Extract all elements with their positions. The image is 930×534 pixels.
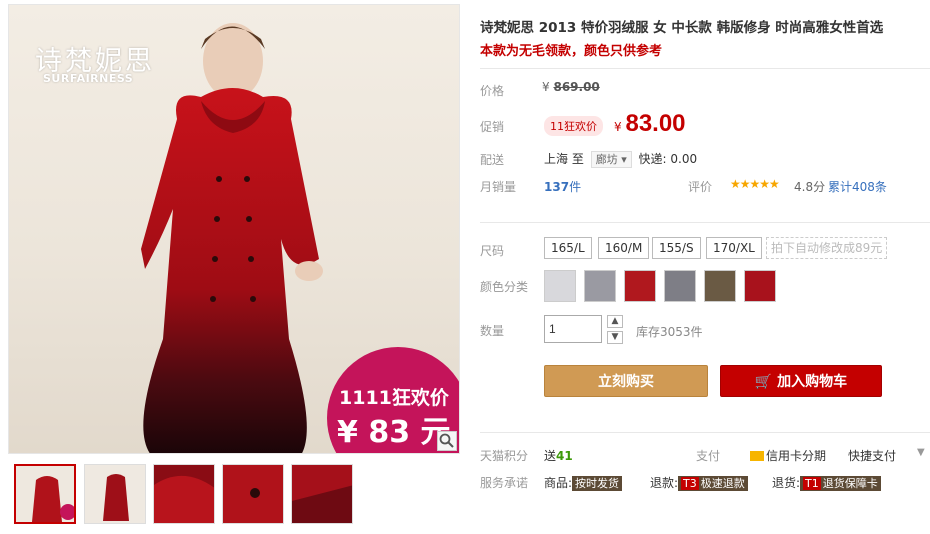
size-option[interactable]: 160/M: [598, 237, 650, 259]
brand-logo-en: SURFAIRNESS: [43, 72, 134, 85]
rating-label: 评价: [688, 180, 713, 194]
express-fee: 快递: 0.00: [638, 152, 698, 166]
promise-tag: 极速退款: [700, 477, 745, 490]
promise-prefix: 商品:: [544, 476, 573, 490]
monthly-sales: 137件: [544, 178, 581, 195]
add-to-cart-button[interactable]: 🛒 加入购物车: [720, 365, 882, 397]
promise-prefix: 退货:: [772, 476, 801, 490]
points-label: 天猫积分: [480, 449, 529, 463]
promise-item[interactable]: 退货: T1 退货保障卡: [772, 474, 881, 491]
size-note: 拍下自动修改成89元: [766, 237, 888, 259]
thumbnail-5[interactable]: [291, 464, 353, 524]
main-product-image[interactable]: 诗梵妮思 SURFAIRNESS 1111狂欢价 ¥ 83 元: [8, 4, 460, 454]
thumbnail-1[interactable]: [14, 464, 76, 524]
divider: [480, 222, 930, 223]
promo-label: 促销: [480, 120, 505, 134]
points-prefix: 送: [544, 449, 557, 463]
original-price: ¥ 869.00: [542, 80, 600, 94]
sales-count: 137: [544, 180, 570, 194]
promise-tag: 按时发货: [572, 476, 623, 491]
ship-to-word: 至: [571, 152, 584, 166]
size-option[interactable]: 165/L: [544, 237, 592, 259]
promise-item[interactable]: 商品: 按时发货: [544, 474, 623, 491]
promise-tag-wrap: T3 极速退款: [678, 476, 748, 491]
ship-city-value: 廊坊: [595, 153, 618, 166]
sales-unit: 件: [569, 180, 582, 194]
color-swatch[interactable]: [584, 270, 616, 302]
promo-price-value: 83.00: [625, 110, 686, 137]
shipping-label: 配送: [480, 153, 505, 167]
product-title: 诗梵妮思 2013 特价羽绒服 女 中长款 韩版修身 时尚高雅女性首选: [480, 20, 884, 36]
product-subtitle: 本款为无毛领款，颜色只供参考: [480, 44, 663, 59]
currency-symbol: ¥: [542, 80, 550, 94]
color-label: 颜色分类: [480, 280, 529, 294]
stock-count: 库存3053件: [636, 325, 703, 339]
promise-tag-wrap: T1 退货保障卡: [800, 476, 881, 491]
promo-badge-title: 1111狂欢价: [339, 387, 449, 409]
credit-label: 信用卡分期: [766, 449, 827, 463]
quantity-input[interactable]: [544, 315, 602, 343]
promise-badge: T3: [681, 477, 699, 490]
color-swatch[interactable]: [664, 270, 696, 302]
quantity-label: 数量: [480, 324, 505, 338]
buy-now-button[interactable]: 立刻购买: [544, 365, 708, 397]
promise-label: 服务承诺: [480, 476, 529, 490]
chevron-down-icon: ▾: [621, 153, 627, 166]
promise-item[interactable]: 退款: T3 极速退款: [650, 474, 748, 491]
thumbnail-2[interactable]: [84, 464, 146, 524]
zoom-icon[interactable]: [437, 431, 457, 451]
credit-installment[interactable]: 信用卡分期: [750, 447, 826, 464]
promo-price: ¥ 83.00: [614, 110, 686, 138]
shipping-info: 上海 至 廊坊 ▾ 快递: 0.00: [544, 150, 697, 168]
thumbnail-4[interactable]: [222, 464, 284, 524]
promise-badge: T1: [803, 477, 821, 490]
size-label: 尺码: [480, 244, 505, 258]
cart-icon: 🛒: [754, 374, 773, 390]
color-swatch[interactable]: [704, 270, 736, 302]
promo-currency: ¥: [614, 120, 622, 134]
color-swatch[interactable]: [624, 270, 656, 302]
color-swatch[interactable]: [744, 270, 776, 302]
promise-tag: 退货保障卡: [822, 477, 878, 490]
credit-card-icon: [750, 451, 764, 461]
add-to-cart-label: 加入购物车: [777, 374, 848, 390]
monthly-sales-label: 月销量: [480, 180, 517, 194]
divider: [480, 68, 930, 69]
ship-city-select[interactable]: 廊坊 ▾: [590, 151, 632, 168]
original-price-value: 869.00: [553, 80, 600, 94]
rating-score: 4.8分: [794, 180, 826, 194]
pay-label: 支付: [696, 449, 721, 463]
reviews-link[interactable]: 累计408条: [828, 178, 887, 195]
ship-from: 上海: [544, 152, 569, 166]
divider: [480, 432, 930, 433]
points-info: 送41: [544, 447, 573, 464]
promo-tag: 11狂欢价: [544, 116, 603, 136]
rating-stars-icon: ★★★★★: [730, 177, 780, 191]
quick-pay[interactable]: 快捷支付: [848, 447, 896, 464]
quantity-down-icon[interactable]: ▼: [607, 331, 623, 344]
size-option[interactable]: 170/XL: [706, 237, 762, 259]
promise-prefix: 退款:: [650, 476, 679, 490]
quantity-up-icon[interactable]: ▲: [607, 315, 623, 328]
size-option[interactable]: 155/S: [652, 237, 701, 259]
price-label: 价格: [480, 84, 505, 98]
thumbnail-3[interactable]: [153, 464, 215, 524]
chevron-down-icon[interactable]: ▼: [917, 447, 925, 458]
color-swatch[interactable]: [544, 270, 576, 302]
points-value: 41: [556, 449, 573, 463]
promo-badge-price: ¥ 83 元: [337, 415, 451, 450]
